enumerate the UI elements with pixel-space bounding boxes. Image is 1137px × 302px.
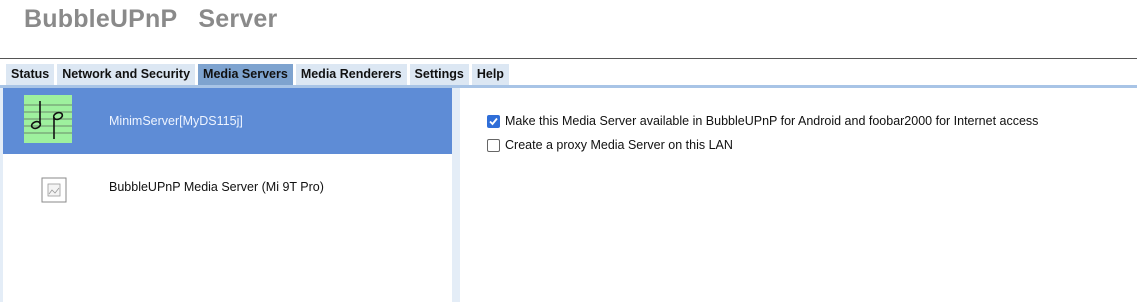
app-title: BubbleUPnP Server — [24, 5, 278, 33]
proxy-lan-checkbox[interactable] — [487, 138, 500, 152]
title-divider — [0, 58, 1137, 59]
tab-status[interactable]: Status — [6, 64, 55, 85]
server-options-panel: Make this Media Server available in Bubb… — [460, 88, 1137, 302]
tab-network-and-security[interactable]: Network and Security — [57, 64, 196, 85]
media-server-list: MinimServer[MyDS115j] BubbleUPnP Media S… — [3, 88, 452, 302]
tab-media-renderers[interactable]: Media Renderers — [295, 64, 407, 85]
tab-help[interactable]: Help — [471, 64, 509, 85]
tab-bar: Status Network and Security Media Server… — [6, 64, 509, 85]
server-item-minimserver[interactable]: MinimServer[MyDS115j] — [3, 88, 452, 154]
music-notes-icon — [24, 95, 72, 143]
tab-settings[interactable]: Settings — [409, 64, 469, 85]
server-name: MinimServer[MyDS115j] — [109, 114, 243, 128]
server-item-bubbleupnp-media-server[interactable]: BubbleUPnP Media Server (Mi 9T Pro) — [3, 154, 452, 220]
internet-access-option[interactable]: Make this Media Server available in Bubb… — [487, 114, 1038, 128]
proxy-lan-option[interactable]: Create a proxy Media Server on this LAN — [487, 138, 733, 152]
broken-image-icon — [24, 161, 72, 209]
internet-access-checkbox[interactable] — [487, 114, 500, 128]
internet-access-label: Make this Media Server available in Bubb… — [505, 114, 1039, 128]
tab-media-servers[interactable]: Media Servers — [198, 64, 293, 85]
server-name: BubbleUPnP Media Server (Mi 9T Pro) — [109, 180, 324, 194]
checkmark-icon — [489, 117, 498, 125]
proxy-lan-label: Create a proxy Media Server on this LAN — [505, 138, 733, 152]
